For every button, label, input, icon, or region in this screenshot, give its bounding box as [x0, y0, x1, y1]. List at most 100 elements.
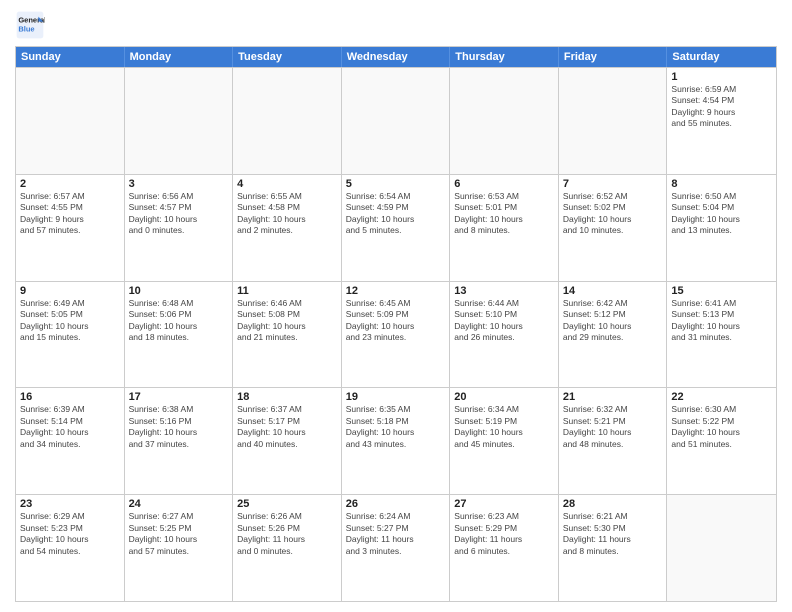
day-info: Sunrise: 6:21 AMSunset: 5:30 PMDaylight:…: [563, 511, 663, 557]
day-number: 28: [563, 498, 663, 510]
calendar-row-4: 23Sunrise: 6:29 AMSunset: 5:23 PMDayligh…: [16, 494, 776, 601]
day-number: 22: [671, 391, 772, 403]
calendar-cell: 25Sunrise: 6:26 AMSunset: 5:26 PMDayligh…: [233, 495, 342, 601]
day-number: 17: [129, 391, 229, 403]
calendar-body: 1Sunrise: 6:59 AMSunset: 4:54 PMDaylight…: [16, 67, 776, 601]
day-number: 18: [237, 391, 337, 403]
calendar-cell: 26Sunrise: 6:24 AMSunset: 5:27 PMDayligh…: [342, 495, 451, 601]
day-info: Sunrise: 6:34 AMSunset: 5:19 PMDaylight:…: [454, 404, 554, 450]
calendar-cell: 5Sunrise: 6:54 AMSunset: 4:59 PMDaylight…: [342, 175, 451, 281]
day-info: Sunrise: 6:55 AMSunset: 4:58 PMDaylight:…: [237, 191, 337, 237]
day-info: Sunrise: 6:59 AMSunset: 4:54 PMDaylight:…: [671, 84, 772, 130]
calendar-cell: 7Sunrise: 6:52 AMSunset: 5:02 PMDaylight…: [559, 175, 668, 281]
day-info: Sunrise: 6:48 AMSunset: 5:06 PMDaylight:…: [129, 298, 229, 344]
day-info: Sunrise: 6:26 AMSunset: 5:26 PMDaylight:…: [237, 511, 337, 557]
header-day-saturday: Saturday: [667, 47, 776, 67]
day-number: 13: [454, 285, 554, 297]
calendar-cell: 23Sunrise: 6:29 AMSunset: 5:23 PMDayligh…: [16, 495, 125, 601]
day-number: 20: [454, 391, 554, 403]
calendar: SundayMondayTuesdayWednesdayThursdayFrid…: [15, 46, 777, 602]
day-number: 15: [671, 285, 772, 297]
page: General Blue SundayMondayTuesdayWednesda…: [0, 0, 792, 612]
calendar-cell: 8Sunrise: 6:50 AMSunset: 5:04 PMDaylight…: [667, 175, 776, 281]
day-number: 1: [671, 71, 772, 83]
calendar-row-2: 9Sunrise: 6:49 AMSunset: 5:05 PMDaylight…: [16, 281, 776, 388]
header-day-monday: Monday: [125, 47, 234, 67]
day-info: Sunrise: 6:32 AMSunset: 5:21 PMDaylight:…: [563, 404, 663, 450]
day-info: Sunrise: 6:54 AMSunset: 4:59 PMDaylight:…: [346, 191, 446, 237]
calendar-cell: [450, 68, 559, 174]
calendar-cell: 28Sunrise: 6:21 AMSunset: 5:30 PMDayligh…: [559, 495, 668, 601]
calendar-header: SundayMondayTuesdayWednesdayThursdayFrid…: [16, 47, 776, 67]
day-number: 10: [129, 285, 229, 297]
day-info: Sunrise: 6:46 AMSunset: 5:08 PMDaylight:…: [237, 298, 337, 344]
header-day-friday: Friday: [559, 47, 668, 67]
calendar-cell: 11Sunrise: 6:46 AMSunset: 5:08 PMDayligh…: [233, 282, 342, 388]
day-number: 9: [20, 285, 120, 297]
calendar-cell: 1Sunrise: 6:59 AMSunset: 4:54 PMDaylight…: [667, 68, 776, 174]
day-number: 6: [454, 178, 554, 190]
svg-text:Blue: Blue: [18, 25, 34, 34]
calendar-cell: [667, 495, 776, 601]
day-info: Sunrise: 6:35 AMSunset: 5:18 PMDaylight:…: [346, 404, 446, 450]
header-day-thursday: Thursday: [450, 47, 559, 67]
calendar-cell: 3Sunrise: 6:56 AMSunset: 4:57 PMDaylight…: [125, 175, 234, 281]
day-info: Sunrise: 6:42 AMSunset: 5:12 PMDaylight:…: [563, 298, 663, 344]
calendar-cell: 13Sunrise: 6:44 AMSunset: 5:10 PMDayligh…: [450, 282, 559, 388]
calendar-cell: [233, 68, 342, 174]
day-number: 4: [237, 178, 337, 190]
day-info: Sunrise: 6:44 AMSunset: 5:10 PMDaylight:…: [454, 298, 554, 344]
logo-icon: General Blue: [15, 10, 45, 40]
day-info: Sunrise: 6:23 AMSunset: 5:29 PMDaylight:…: [454, 511, 554, 557]
calendar-cell: 22Sunrise: 6:30 AMSunset: 5:22 PMDayligh…: [667, 388, 776, 494]
calendar-cell: 12Sunrise: 6:45 AMSunset: 5:09 PMDayligh…: [342, 282, 451, 388]
day-number: 23: [20, 498, 120, 510]
day-info: Sunrise: 6:27 AMSunset: 5:25 PMDaylight:…: [129, 511, 229, 557]
day-number: 14: [563, 285, 663, 297]
calendar-cell: 27Sunrise: 6:23 AMSunset: 5:29 PMDayligh…: [450, 495, 559, 601]
day-info: Sunrise: 6:49 AMSunset: 5:05 PMDaylight:…: [20, 298, 120, 344]
day-number: 2: [20, 178, 120, 190]
header-day-wednesday: Wednesday: [342, 47, 451, 67]
calendar-cell: 18Sunrise: 6:37 AMSunset: 5:17 PMDayligh…: [233, 388, 342, 494]
day-info: Sunrise: 6:38 AMSunset: 5:16 PMDaylight:…: [129, 404, 229, 450]
calendar-cell: 17Sunrise: 6:38 AMSunset: 5:16 PMDayligh…: [125, 388, 234, 494]
day-number: 25: [237, 498, 337, 510]
calendar-cell: 9Sunrise: 6:49 AMSunset: 5:05 PMDaylight…: [16, 282, 125, 388]
day-number: 11: [237, 285, 337, 297]
logo: General Blue: [15, 10, 45, 40]
day-info: Sunrise: 6:45 AMSunset: 5:09 PMDaylight:…: [346, 298, 446, 344]
calendar-cell: 24Sunrise: 6:27 AMSunset: 5:25 PMDayligh…: [125, 495, 234, 601]
day-number: 5: [346, 178, 446, 190]
calendar-cell: 6Sunrise: 6:53 AMSunset: 5:01 PMDaylight…: [450, 175, 559, 281]
calendar-cell: [342, 68, 451, 174]
day-number: 21: [563, 391, 663, 403]
day-info: Sunrise: 6:37 AMSunset: 5:17 PMDaylight:…: [237, 404, 337, 450]
day-number: 3: [129, 178, 229, 190]
calendar-cell: 21Sunrise: 6:32 AMSunset: 5:21 PMDayligh…: [559, 388, 668, 494]
calendar-cell: [16, 68, 125, 174]
header-day-sunday: Sunday: [16, 47, 125, 67]
calendar-cell: [559, 68, 668, 174]
day-info: Sunrise: 6:52 AMSunset: 5:02 PMDaylight:…: [563, 191, 663, 237]
calendar-cell: 19Sunrise: 6:35 AMSunset: 5:18 PMDayligh…: [342, 388, 451, 494]
day-number: 8: [671, 178, 772, 190]
header-day-tuesday: Tuesday: [233, 47, 342, 67]
day-info: Sunrise: 6:56 AMSunset: 4:57 PMDaylight:…: [129, 191, 229, 237]
day-number: 19: [346, 391, 446, 403]
calendar-cell: [125, 68, 234, 174]
day-number: 7: [563, 178, 663, 190]
header: General Blue: [15, 10, 777, 40]
day-number: 27: [454, 498, 554, 510]
calendar-row-0: 1Sunrise: 6:59 AMSunset: 4:54 PMDaylight…: [16, 67, 776, 174]
day-number: 26: [346, 498, 446, 510]
day-info: Sunrise: 6:41 AMSunset: 5:13 PMDaylight:…: [671, 298, 772, 344]
day-info: Sunrise: 6:50 AMSunset: 5:04 PMDaylight:…: [671, 191, 772, 237]
day-info: Sunrise: 6:24 AMSunset: 5:27 PMDaylight:…: [346, 511, 446, 557]
calendar-cell: 14Sunrise: 6:42 AMSunset: 5:12 PMDayligh…: [559, 282, 668, 388]
calendar-cell: 16Sunrise: 6:39 AMSunset: 5:14 PMDayligh…: [16, 388, 125, 494]
day-info: Sunrise: 6:29 AMSunset: 5:23 PMDaylight:…: [20, 511, 120, 557]
day-info: Sunrise: 6:39 AMSunset: 5:14 PMDaylight:…: [20, 404, 120, 450]
calendar-cell: 4Sunrise: 6:55 AMSunset: 4:58 PMDaylight…: [233, 175, 342, 281]
calendar-cell: 20Sunrise: 6:34 AMSunset: 5:19 PMDayligh…: [450, 388, 559, 494]
